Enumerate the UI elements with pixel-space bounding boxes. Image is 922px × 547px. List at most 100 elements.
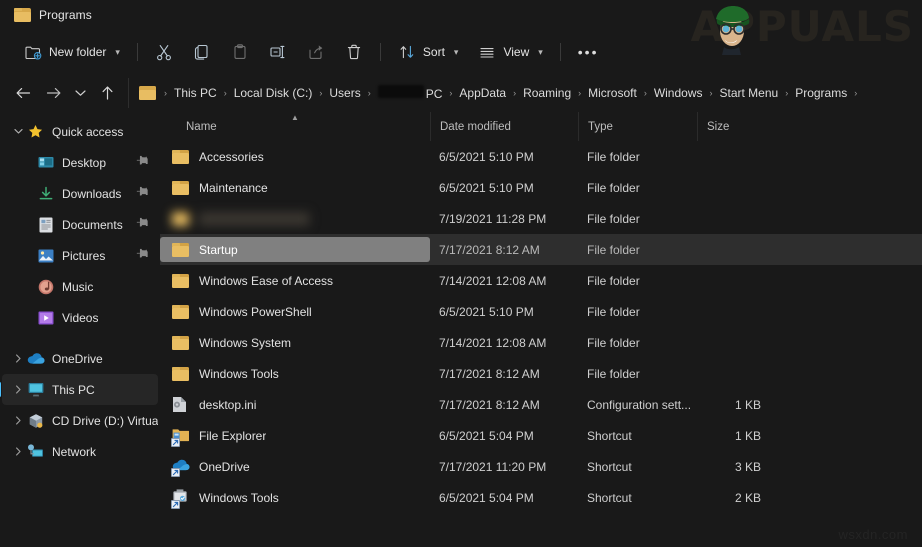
folder-icon xyxy=(14,8,31,22)
breadcrumb-item[interactable]: AppData xyxy=(454,83,511,103)
rename-button[interactable] xyxy=(260,36,296,68)
breadcrumb-item[interactable]: Local Disk (C:) xyxy=(229,83,318,103)
up-button[interactable] xyxy=(92,78,122,108)
new-folder-label: New folder xyxy=(49,45,106,59)
breadcrumb-item[interactable]: PC xyxy=(373,82,448,104)
paste-button[interactable] xyxy=(222,36,258,68)
table-row[interactable]: OneDrive7/17/2021 11:20 PMShortcut3 KB xyxy=(160,451,922,482)
title-bar: Programs xyxy=(0,0,922,30)
file-name-cell[interactable]: Windows PowerShell xyxy=(160,299,430,324)
breadcrumb-separator: › xyxy=(317,88,324,98)
table-row[interactable]: █████████████7/19/2021 11:28 PMFile fold… xyxy=(160,203,922,234)
chevron-right-icon[interactable] xyxy=(10,416,26,425)
file-type-cell: File folder xyxy=(578,367,697,381)
breadcrumb-item[interactable]: Programs xyxy=(790,83,852,103)
file-name-cell[interactable]: Windows System xyxy=(160,330,430,355)
share-button[interactable] xyxy=(298,36,334,68)
chevron-right-icon[interactable] xyxy=(10,354,26,363)
copy-button[interactable] xyxy=(184,36,220,68)
table-row[interactable]: Windows System7/14/2021 12:08 AMFile fol… xyxy=(160,327,922,358)
file-name-cell[interactable]: █████████████ xyxy=(160,206,430,231)
file-name-cell[interactable]: desktop.ini xyxy=(160,392,430,417)
sidebar-item-downloads[interactable]: Downloads xyxy=(2,178,158,209)
view-button[interactable]: View ▾ xyxy=(469,36,551,68)
view-label: View xyxy=(503,45,529,59)
cut-button[interactable] xyxy=(146,36,182,68)
onedrive-shortcut-icon xyxy=(172,458,190,475)
table-row[interactable]: Windows Tools7/17/2021 8:12 AMFile folde… xyxy=(160,358,922,389)
pin-icon[interactable] xyxy=(132,215,151,234)
file-explorer-shortcut-icon xyxy=(172,427,190,445)
sidebar-item-documents[interactable]: Documents xyxy=(2,209,158,240)
file-date-modified-cell: 7/14/2021 12:08 AM xyxy=(430,274,578,288)
sidebar-item-network[interactable]: Network xyxy=(2,436,158,467)
breadcrumb-item[interactable]: Start Menu xyxy=(715,83,784,103)
sidebar-item-onedrive[interactable]: OneDrive xyxy=(2,343,158,374)
chevron-right-icon[interactable] xyxy=(10,447,26,456)
breadcrumb-item[interactable]: This PC xyxy=(169,83,222,103)
new-folder-button[interactable]: New folder ▾ xyxy=(16,36,129,68)
breadcrumb-separator: › xyxy=(783,88,790,98)
column-header-date-modified[interactable]: Date modified xyxy=(430,112,578,141)
forward-button[interactable] xyxy=(38,78,68,108)
breadcrumb-separator: › xyxy=(708,88,715,98)
share-icon xyxy=(307,43,325,61)
navigation-sidebar: Quick accessDesktopDownloadsDocumentsPic… xyxy=(0,112,160,547)
chevron-down-icon[interactable] xyxy=(10,128,26,135)
file-name-cell[interactable]: OneDrive xyxy=(160,454,430,479)
back-button[interactable] xyxy=(8,78,38,108)
file-name-cell[interactable]: Windows Tools xyxy=(160,361,430,386)
table-row[interactable]: Maintenance6/5/2021 5:10 PMFile folder xyxy=(160,172,922,203)
table-row[interactable]: File Explorer6/5/2021 5:04 PMShortcut1 K… xyxy=(160,420,922,451)
toolbar-divider-2 xyxy=(380,43,381,61)
sidebar-item-desktop[interactable]: Desktop xyxy=(2,147,158,178)
file-name-cell[interactable]: Windows Tools xyxy=(160,485,430,510)
sidebar-item-quick-access[interactable]: Quick access xyxy=(2,116,158,147)
chevron-down-icon-sort[interactable]: ▾ xyxy=(454,48,459,57)
more-options-button[interactable]: ••• xyxy=(569,36,608,68)
table-row[interactable]: Windows PowerShell6/5/2021 5:10 PMFile f… xyxy=(160,296,922,327)
pin-icon[interactable] xyxy=(132,184,151,203)
column-header-size[interactable]: Size xyxy=(697,112,775,141)
breadcrumb-separator: › xyxy=(576,88,583,98)
table-row[interactable]: Accessories6/5/2021 5:10 PMFile folder xyxy=(160,141,922,172)
file-name-cell[interactable]: Maintenance xyxy=(160,175,430,200)
sidebar-item-cd-drive-d-virtual[interactable]: CD Drive (D:) Virtual xyxy=(2,405,158,436)
file-type-cell: Configuration sett... xyxy=(578,398,697,412)
file-size-cell: 3 KB xyxy=(697,460,775,474)
table-row[interactable]: Windows Ease of Access7/14/2021 12:08 AM… xyxy=(160,265,922,296)
table-row[interactable]: Startup7/17/2021 8:12 AMFile folder xyxy=(160,234,922,265)
delete-button[interactable] xyxy=(336,36,372,68)
breadcrumb-item[interactable]: Microsoft xyxy=(583,83,642,103)
sort-button[interactable]: Sort ▾ xyxy=(389,36,468,68)
folder-icon xyxy=(172,243,190,257)
breadcrumb-item[interactable]: Users xyxy=(324,83,365,103)
file-name-cell[interactable]: File Explorer xyxy=(160,423,430,448)
breadcrumb-item[interactable]: Windows xyxy=(649,83,708,103)
sidebar-item-videos[interactable]: Videos xyxy=(2,302,158,333)
sidebar-item-music[interactable]: Music xyxy=(2,271,158,302)
chevron-down-icon-view[interactable]: ▾ xyxy=(538,48,543,57)
file-name-cell[interactable]: Windows Ease of Access xyxy=(160,268,430,293)
table-row[interactable]: desktop.ini7/17/2021 8:12 AMConfiguratio… xyxy=(160,389,922,420)
table-row[interactable]: Windows Tools6/5/2021 5:04 PMShortcut2 K… xyxy=(160,482,922,513)
recent-locations-button[interactable] xyxy=(68,78,92,108)
chevron-down-icon[interactable]: ▾ xyxy=(115,48,120,57)
cut-scissors-icon xyxy=(155,43,173,61)
column-header-type[interactable]: Type xyxy=(578,112,697,141)
column-header-name[interactable]: ▲ Name xyxy=(160,112,430,141)
sidebar-item-pictures[interactable]: Pictures xyxy=(2,240,158,271)
pin-icon[interactable] xyxy=(132,246,151,265)
breadcrumb-item[interactable]: Roaming xyxy=(518,83,576,103)
chevron-right-icon[interactable] xyxy=(10,385,26,394)
file-type-cell: File folder xyxy=(578,274,697,288)
pin-icon[interactable] xyxy=(132,153,151,172)
file-name-label: Windows System xyxy=(199,336,291,350)
file-name-cell[interactable]: Accessories xyxy=(160,144,430,169)
file-size-cell: 1 KB xyxy=(697,429,775,443)
sidebar-item-this-pc[interactable]: This PC xyxy=(2,374,158,405)
file-date-modified-cell: 7/14/2021 12:08 AM xyxy=(430,336,578,350)
file-name-cell[interactable]: Startup xyxy=(160,237,430,262)
address-breadcrumb-field[interactable]: › This PC›Local Disk (C:)›Users›PC›AppDa… xyxy=(128,78,910,108)
videos-icon xyxy=(36,311,55,325)
